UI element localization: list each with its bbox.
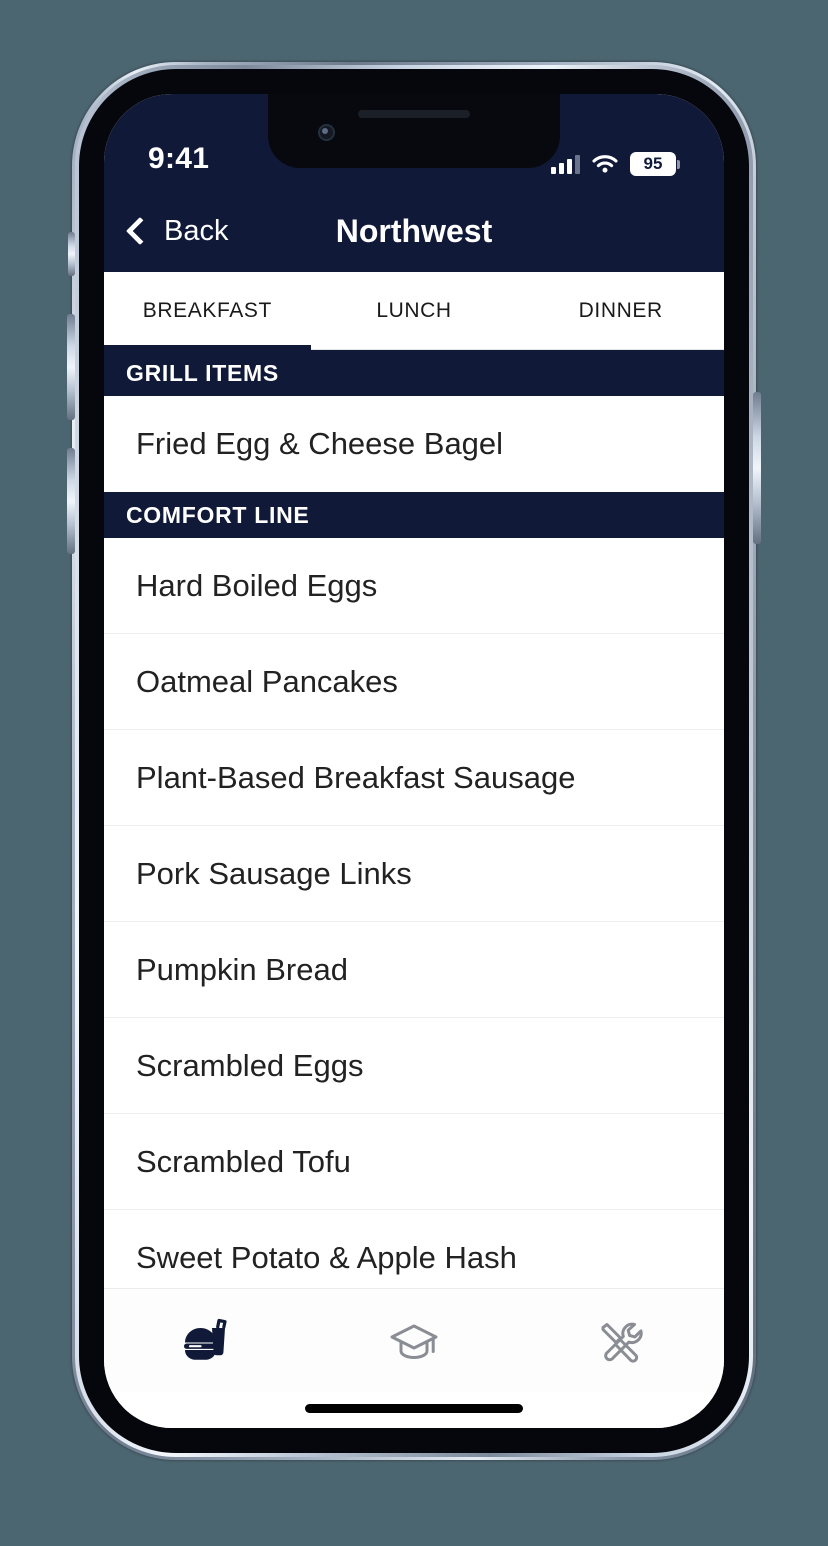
home-indicator-area xyxy=(104,1392,724,1428)
status-time: 9:41 xyxy=(148,142,210,175)
tab-services[interactable] xyxy=(517,1318,724,1364)
wifi-icon xyxy=(592,154,618,173)
notch xyxy=(268,94,560,168)
menu-item[interactable]: Pork Sausage Links xyxy=(104,826,724,922)
menu-item[interactable]: Oatmeal Pancakes xyxy=(104,634,724,730)
tab-dinner[interactable]: DINNER xyxy=(517,272,724,349)
menu-item[interactable]: Sweet Potato & Apple Hash xyxy=(104,1210,724,1288)
menu-item[interactable]: Scrambled Tofu xyxy=(104,1114,724,1210)
food-burger-drink-icon xyxy=(184,1318,227,1360)
tab-lunch-label: LUNCH xyxy=(376,298,452,322)
back-button-label: Back xyxy=(164,214,229,247)
menu-item[interactable]: Hard Boiled Eggs xyxy=(104,538,724,634)
battery-icon: 95 xyxy=(630,152,680,176)
menu-item[interactable]: Pumpkin Bread xyxy=(104,922,724,1018)
status-bar: 9:41 95 xyxy=(104,94,724,190)
phone-screen: 9:41 95 Back Northwest BREAKFAST LUNCH D… xyxy=(104,94,724,1428)
earpiece-speaker xyxy=(358,110,470,118)
tab-dining[interactable] xyxy=(104,1318,311,1364)
battery-nub xyxy=(677,159,680,169)
battery-level: 95 xyxy=(630,152,676,176)
menu-item[interactable]: Fried Egg & Cheese Bagel xyxy=(104,396,724,492)
power-button[interactable] xyxy=(753,392,761,544)
tab-lunch[interactable]: LUNCH xyxy=(311,272,518,349)
phone-device: 9:41 95 Back Northwest BREAKFAST LUNCH D… xyxy=(67,62,761,1460)
chevron-left-icon xyxy=(125,216,155,246)
tab-academics[interactable] xyxy=(311,1318,518,1364)
tab-breakfast[interactable]: BREAKFAST xyxy=(104,272,311,350)
home-indicator[interactable] xyxy=(305,1404,523,1413)
meal-tabs: BREAKFAST LUNCH DINNER xyxy=(104,272,724,350)
menu-item[interactable]: Plant-Based Breakfast Sausage xyxy=(104,730,724,826)
menu-list[interactable]: GRILL ITEMS Fried Egg & Cheese Bagel COM… xyxy=(104,350,724,1288)
navigation-bar: Back Northwest xyxy=(104,190,724,272)
cellular-signal-icon xyxy=(551,154,580,174)
section-header-comfort-line: COMFORT LINE xyxy=(104,492,724,538)
tab-dinner-label: DINNER xyxy=(578,298,663,322)
graduation-cap-icon xyxy=(390,1324,438,1359)
menu-item[interactable]: Scrambled Eggs xyxy=(104,1018,724,1114)
section-header-grill-items: GRILL ITEMS xyxy=(104,350,724,396)
hammer-wrench-tools-icon xyxy=(601,1322,643,1363)
volume-down-button[interactable] xyxy=(67,448,75,554)
bottom-tab-bar xyxy=(104,1288,724,1392)
back-button[interactable]: Back xyxy=(125,214,229,248)
mute-switch-button[interactable] xyxy=(68,232,75,276)
tab-breakfast-label: BREAKFAST xyxy=(142,298,272,322)
volume-up-button[interactable] xyxy=(67,314,75,420)
front-camera-icon xyxy=(318,124,335,141)
status-indicators: 95 xyxy=(551,152,680,176)
